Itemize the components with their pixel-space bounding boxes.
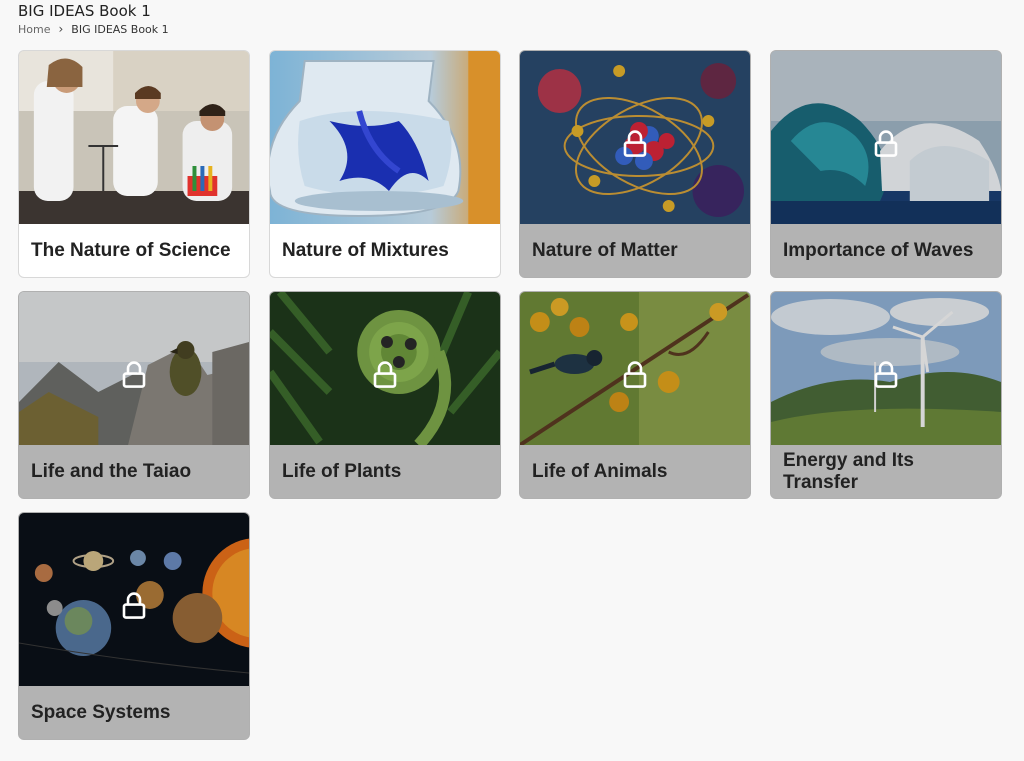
card-importance-of-waves[interactable]: Importance of Waves bbox=[770, 50, 1002, 278]
card-energy-and-its-transfer[interactable]: Energy and Its Transfer bbox=[770, 291, 1002, 499]
breadcrumb: Home › BIG IDEAS Book 1 bbox=[18, 22, 169, 36]
lock-icon bbox=[874, 360, 898, 388]
ocean-wave-image bbox=[771, 51, 1001, 224]
card-life-and-the-taiao[interactable]: Life and the Taiao bbox=[18, 291, 250, 499]
lock-icon bbox=[122, 591, 146, 619]
lock-icon bbox=[373, 360, 397, 388]
lock-icon bbox=[122, 360, 146, 388]
card-label: Nature of Mixtures bbox=[282, 239, 449, 261]
card-label: Importance of Waves bbox=[771, 224, 1001, 277]
breadcrumb-home-link[interactable]: Home bbox=[18, 23, 50, 36]
card-life-of-plants[interactable]: Life of Plants bbox=[269, 291, 501, 499]
solar-system-image bbox=[19, 513, 249, 686]
page-title: BIG IDEAS Book 1 bbox=[18, 2, 151, 20]
blue-ink-in-flask-image bbox=[270, 51, 500, 224]
card-label: Life and the Taiao bbox=[19, 445, 249, 498]
lock-icon bbox=[874, 129, 898, 157]
card-label: Energy and Its Transfer bbox=[771, 445, 1001, 498]
card-label: The Nature of Science bbox=[31, 239, 231, 261]
card-label: Space Systems bbox=[19, 686, 249, 739]
wind-turbines-image bbox=[771, 292, 1001, 445]
lock-icon bbox=[623, 129, 647, 157]
card-the-nature-of-science[interactable]: The Nature of Science bbox=[18, 50, 250, 278]
card-nature-of-matter[interactable]: Nature of Matter bbox=[519, 50, 751, 278]
card-label: Life of Animals bbox=[520, 445, 750, 498]
card-life-of-animals[interactable]: Life of Animals bbox=[519, 291, 751, 499]
science-lab-students-image bbox=[19, 51, 249, 224]
lock-icon bbox=[623, 360, 647, 388]
tui-on-kowhai-image bbox=[520, 292, 750, 445]
card-nature-of-mixtures[interactable]: Nature of Mixtures bbox=[269, 50, 501, 278]
breadcrumb-current: BIG IDEAS Book 1 bbox=[71, 22, 169, 36]
card-label: Life of Plants bbox=[270, 445, 500, 498]
card-label: Nature of Matter bbox=[520, 224, 750, 277]
card-space-systems[interactable]: Space Systems bbox=[18, 512, 250, 740]
chevron-right-icon: › bbox=[58, 22, 64, 36]
fern-frond-image bbox=[270, 292, 500, 445]
atom-model-image bbox=[520, 51, 750, 224]
kea-on-mountain-image bbox=[19, 292, 249, 445]
